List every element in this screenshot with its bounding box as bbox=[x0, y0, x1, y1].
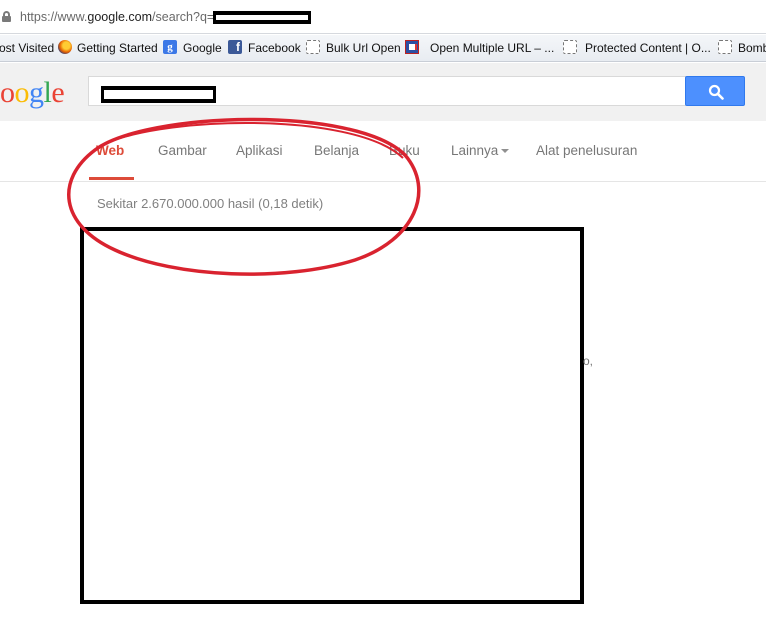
multi-url-icon bbox=[405, 40, 419, 54]
page-icon bbox=[718, 40, 732, 54]
bookmark-bomb[interactable]: Bomb bbox=[738, 41, 766, 55]
tab-aplikasi[interactable]: Aplikasi bbox=[236, 143, 283, 158]
facebook-icon: f bbox=[228, 40, 242, 54]
url-host: google.com bbox=[87, 10, 153, 24]
bookmark-open-multiple-url[interactable]: Open Multiple URL – ... bbox=[430, 41, 554, 55]
bookmark-bulk-url-open[interactable]: Bulk Url Open bbox=[326, 41, 401, 55]
active-tab-underline bbox=[89, 177, 134, 180]
bookmark-protected-content[interactable]: Protected Content | O... bbox=[585, 41, 711, 55]
bookmark-most-visited[interactable]: ost Visited bbox=[0, 41, 54, 55]
url-redaction bbox=[213, 11, 311, 24]
google-logo[interactable]: oogle bbox=[0, 76, 65, 110]
address-bar[interactable]: https://www.google.com/search?q= bbox=[0, 0, 766, 34]
search-icon bbox=[708, 84, 724, 100]
tab-belanja[interactable]: Belanja bbox=[314, 143, 359, 158]
tab-lainnya[interactable]: Lainnya bbox=[451, 143, 510, 158]
result-text-fragment: o, bbox=[583, 354, 594, 368]
tab-web[interactable]: Web bbox=[96, 143, 124, 158]
url-scheme: https://www. bbox=[20, 10, 88, 24]
google-plus-icon: g bbox=[163, 40, 177, 54]
bookmarks-toolbar: ost Visited Getting Started g Google f F… bbox=[0, 35, 766, 62]
results-redaction-box bbox=[80, 227, 584, 604]
url-text[interactable]: https://www.google.com/search?q= bbox=[20, 10, 214, 24]
tab-gambar[interactable]: Gambar bbox=[158, 143, 207, 158]
query-redaction bbox=[101, 86, 216, 103]
tab-lainnya-label: Lainnya bbox=[451, 143, 499, 158]
page-icon bbox=[563, 40, 577, 54]
url-path: /search?q= bbox=[152, 10, 215, 24]
chevron-down-icon bbox=[501, 149, 510, 154]
page-icon bbox=[306, 40, 320, 54]
search-tabs: Web Gambar Aplikasi Belanja Buku Lainnya… bbox=[0, 121, 766, 182]
firefox-icon bbox=[58, 40, 72, 54]
result-stats: Sekitar 2.670.000.000 hasil (0,18 detik) bbox=[97, 196, 324, 211]
search-header: oogle bbox=[0, 63, 766, 121]
search-button[interactable] bbox=[685, 76, 745, 106]
tab-buku[interactable]: Buku bbox=[389, 143, 420, 158]
tab-alat-penelusuran[interactable]: Alat penelusuran bbox=[536, 143, 637, 158]
bookmark-facebook[interactable]: Facebook bbox=[248, 41, 301, 55]
bookmark-getting-started[interactable]: Getting Started bbox=[77, 41, 158, 55]
lock-icon bbox=[2, 11, 11, 22]
bookmark-google[interactable]: Google bbox=[183, 41, 222, 55]
search-input[interactable] bbox=[88, 76, 686, 106]
